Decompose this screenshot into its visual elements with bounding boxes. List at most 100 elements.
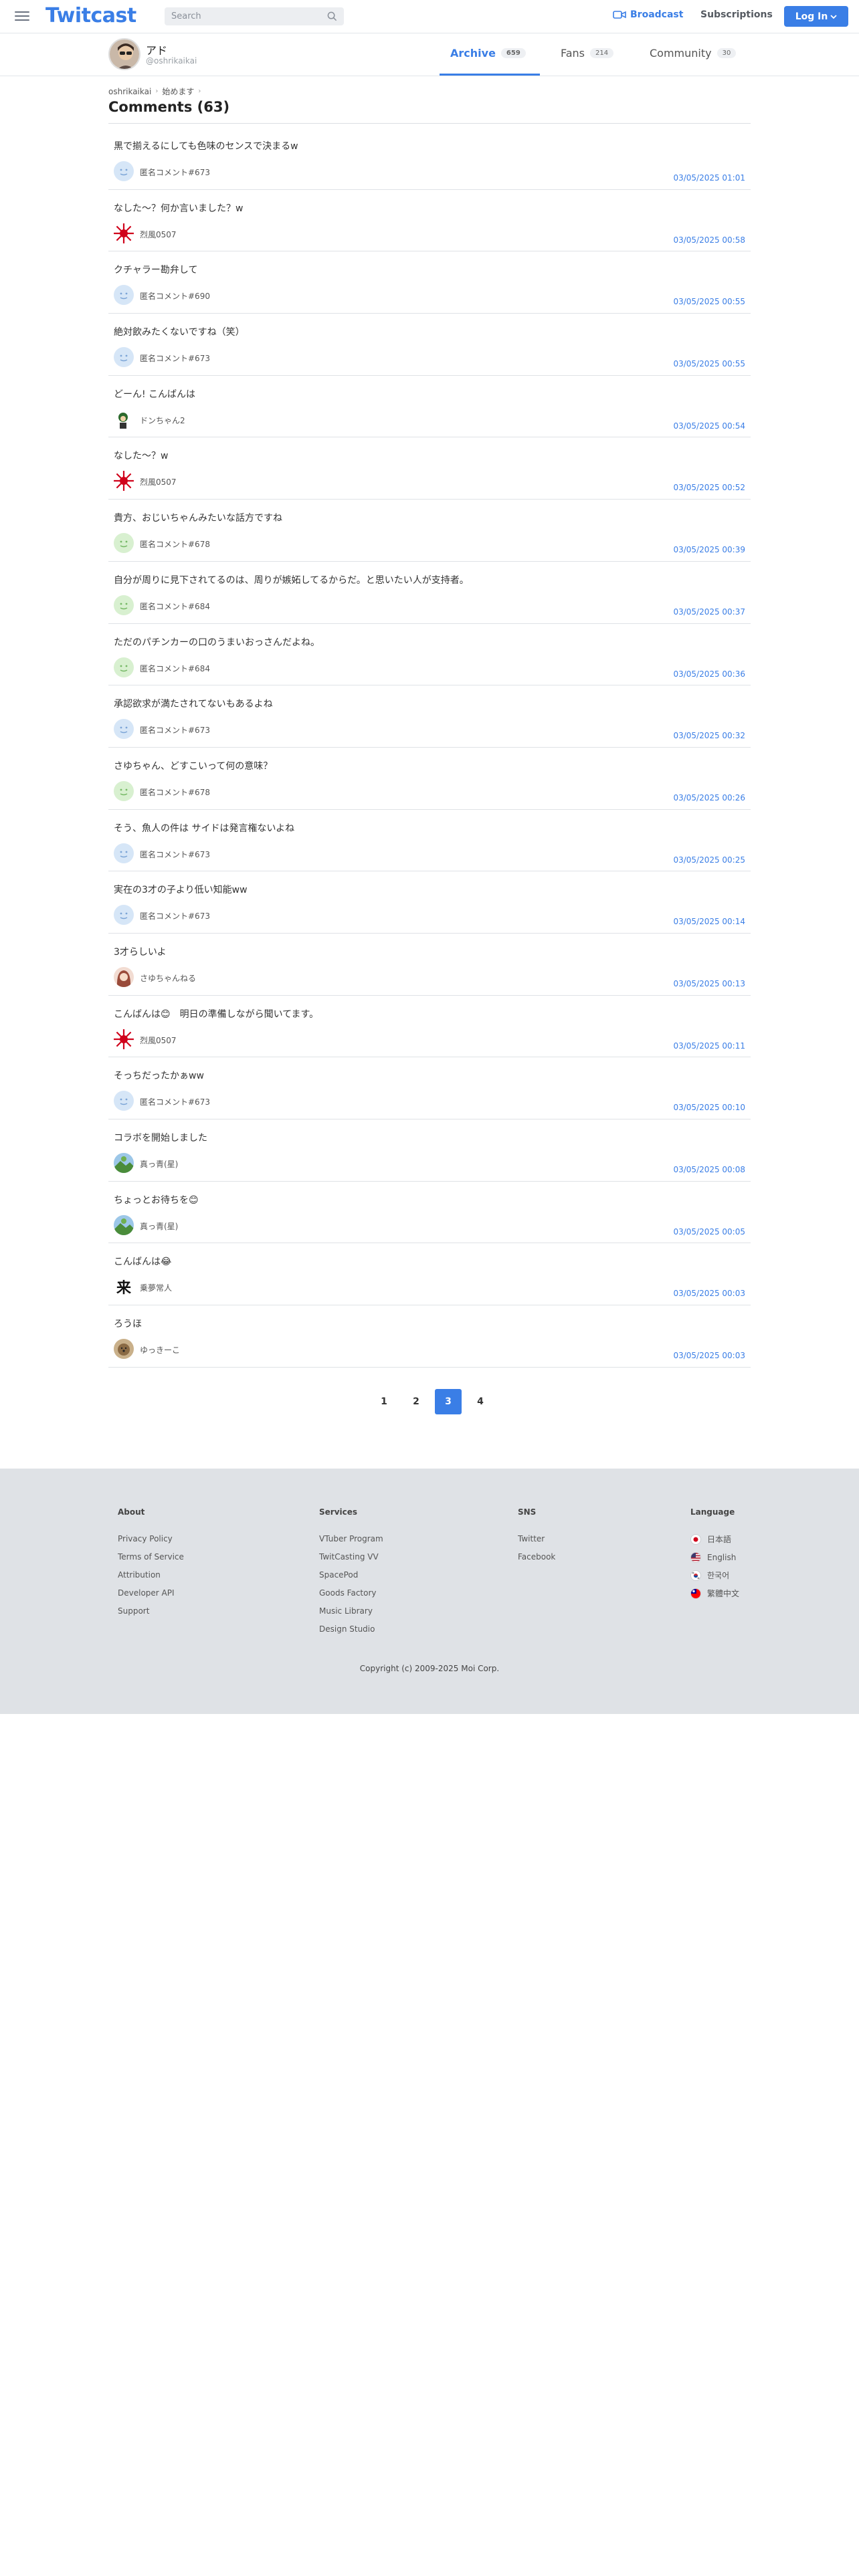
comment-username[interactable]: 匿名コメント#690 — [140, 290, 210, 302]
comment-username[interactable]: 烈風0507 — [140, 476, 177, 488]
footer-link-attribution[interactable]: Attribution — [118, 1570, 184, 1580]
tab-community[interactable]: Community 30 — [650, 47, 737, 60]
search-input[interactable] — [165, 7, 312, 25]
footer-services: Services VTuber Program TwitCasting VV S… — [319, 1507, 383, 1642]
tab-fans[interactable]: Fans 214 — [561, 47, 614, 60]
language-option-japanese[interactable]: 日本語 — [690, 1533, 739, 1545]
comment-timestamp-link[interactable]: 03/05/2025 00:52 — [673, 483, 745, 492]
comment-timestamp-link[interactable]: 03/05/2025 00:26 — [673, 793, 745, 802]
comment-username[interactable]: 匿名コメント#673 — [140, 910, 210, 922]
comment-timestamp-link[interactable]: 03/05/2025 00:54 — [673, 421, 745, 431]
login-button[interactable]: Log In — [784, 6, 848, 27]
page-4-button[interactable]: 4 — [467, 1389, 494, 1414]
footer-link-spacepod[interactable]: SpacePod — [319, 1570, 383, 1580]
comment-username[interactable]: 匿名コメント#678 — [140, 786, 210, 798]
user-avatar[interactable] — [114, 657, 134, 677]
comment-timestamp-link[interactable]: 03/05/2025 00:13 — [673, 979, 745, 988]
footer-link-music-library[interactable]: Music Library — [319, 1606, 383, 1616]
tab-archive[interactable]: Archive 659 — [450, 47, 526, 60]
comment-username[interactable]: 乗夢常人 — [140, 1282, 172, 1293]
comment-timestamp-link[interactable]: 03/05/2025 00:08 — [673, 1165, 745, 1174]
comment-timestamp-link[interactable]: 03/05/2025 00:25 — [673, 855, 745, 865]
search-icon[interactable] — [327, 11, 337, 21]
profile-avatar[interactable] — [108, 38, 140, 70]
footer-link-developer-api[interactable]: Developer API — [118, 1588, 184, 1598]
comment-timestamp-link[interactable]: 03/05/2025 00:36 — [673, 669, 745, 679]
user-avatar[interactable] — [114, 409, 134, 429]
comment-row: そっちだったかぁww 匿名コメント#673 03/05/2025 00:10 — [108, 1057, 751, 1119]
page-2-button[interactable]: 2 — [403, 1389, 430, 1414]
comment-timestamp-link[interactable]: 03/05/2025 00:55 — [673, 359, 745, 368]
breadcrumb-item[interactable]: 始めます — [162, 86, 194, 97]
comment-timestamp-link[interactable]: 03/05/2025 00:58 — [673, 235, 745, 245]
footer-link-privacy-policy[interactable]: Privacy Policy — [118, 1534, 184, 1543]
language-option-traditional-chinese[interactable]: 繁體中文 — [690, 1588, 739, 1599]
comment-timestamp-link[interactable]: 03/05/2025 00:05 — [673, 1227, 745, 1237]
comment-username[interactable]: 匿名コメント#673 — [140, 352, 210, 364]
menu-icon[interactable] — [15, 9, 29, 23]
user-avatar[interactable] — [114, 223, 134, 243]
search-bar[interactable] — [165, 7, 344, 25]
user-avatar[interactable] — [114, 533, 134, 554]
comment-timestamp-link[interactable]: 03/05/2025 00:11 — [673, 1041, 745, 1051]
footer-link-twitcasting-vv[interactable]: TwitCasting VV — [319, 1552, 383, 1562]
comment-timestamp-link[interactable]: 03/05/2025 00:55 — [673, 297, 745, 306]
comment-timestamp-link[interactable]: 03/05/2025 00:10 — [673, 1103, 745, 1112]
comment-username[interactable]: 真っ青(星) — [140, 1158, 178, 1170]
footer-link-twitter[interactable]: Twitter — [518, 1534, 555, 1543]
comment-username[interactable]: ドンちゃん2 — [140, 415, 185, 426]
language-label: 日本語 — [707, 1535, 732, 1544]
comment-username[interactable]: 烈風0507 — [140, 1035, 177, 1046]
user-avatar[interactable] — [114, 1091, 134, 1111]
comment-username[interactable]: 匿名コメント#673 — [140, 724, 210, 736]
comment-timestamp-link[interactable]: 03/05/2025 00:32 — [673, 731, 745, 740]
user-avatar[interactable] — [114, 1214, 134, 1235]
comment-username[interactable]: 匿名コメント#673 — [140, 167, 210, 178]
footer-link-design-studio[interactable]: Design Studio — [319, 1624, 383, 1634]
language-option-korean[interactable]: 한국어 — [690, 1570, 739, 1581]
comment-username[interactable]: 匿名コメント#684 — [140, 601, 210, 612]
comment-username[interactable]: さゆちゃんねる — [140, 972, 196, 984]
user-avatar[interactable] — [114, 966, 134, 987]
user-avatar[interactable] — [114, 843, 134, 863]
profile-name[interactable]: アド — [146, 41, 167, 58]
user-avatar[interactable] — [114, 347, 134, 368]
user-avatar[interactable]: 来 — [114, 1277, 134, 1297]
footer-link-goods-factory[interactable]: Goods Factory — [319, 1588, 383, 1598]
subscriptions-link[interactable]: Subscriptions — [700, 9, 773, 20]
user-avatar[interactable] — [114, 780, 134, 801]
footer-link-support[interactable]: Support — [118, 1606, 184, 1616]
user-avatar[interactable] — [114, 595, 134, 615]
comment-username[interactable]: 匿名コメント#678 — [140, 538, 210, 550]
comment-timestamp-link[interactable]: 03/05/2025 00:37 — [673, 607, 745, 617]
comment-timestamp-link[interactable]: 03/05/2025 00:39 — [673, 545, 745, 554]
breadcrumb-user[interactable]: oshrikaikai — [108, 87, 151, 96]
comment-username[interactable]: ゆっきーこ — [140, 1344, 180, 1356]
broadcast-button[interactable]: Broadcast — [613, 9, 683, 20]
user-avatar[interactable] — [114, 161, 134, 181]
site-logo[interactable]: Twitcast — [45, 4, 136, 27]
page-1-button[interactable]: 1 — [371, 1389, 397, 1414]
comment-timestamp-link[interactable]: 03/05/2025 00:14 — [673, 917, 745, 926]
comment-username[interactable]: 匿名コメント#673 — [140, 849, 210, 860]
comment-timestamp-link[interactable]: 03/05/2025 00:03 — [673, 1351, 745, 1360]
footer-link-vtuber-program[interactable]: VTuber Program — [319, 1534, 383, 1543]
comment-username[interactable]: 匿名コメント#684 — [140, 663, 210, 674]
user-avatar[interactable] — [114, 905, 134, 926]
comment-timestamp-link[interactable]: 03/05/2025 00:03 — [673, 1289, 745, 1298]
user-avatar[interactable] — [114, 719, 134, 740]
comment-username[interactable]: 匿名コメント#673 — [140, 1096, 210, 1107]
user-avatar[interactable] — [114, 1339, 134, 1360]
comment-row: ちょっとお待ちを😊 真っ青(星) 03/05/2025 00:05 — [108, 1182, 751, 1244]
language-option-english[interactable]: English — [690, 1551, 739, 1563]
user-avatar[interactable] — [114, 471, 134, 492]
comment-username[interactable]: 烈風0507 — [140, 229, 177, 240]
page-3-button[interactable]: 3 — [435, 1389, 462, 1414]
user-avatar[interactable] — [114, 1029, 134, 1049]
footer-link-terms-of-service[interactable]: Terms of Service — [118, 1552, 184, 1562]
comment-timestamp-link[interactable]: 03/05/2025 01:01 — [673, 173, 745, 183]
user-avatar[interactable] — [114, 1153, 134, 1173]
footer-link-facebook[interactable]: Facebook — [518, 1552, 555, 1562]
comment-username[interactable]: 真っ青(星) — [140, 1220, 178, 1232]
user-avatar[interactable] — [114, 285, 134, 306]
